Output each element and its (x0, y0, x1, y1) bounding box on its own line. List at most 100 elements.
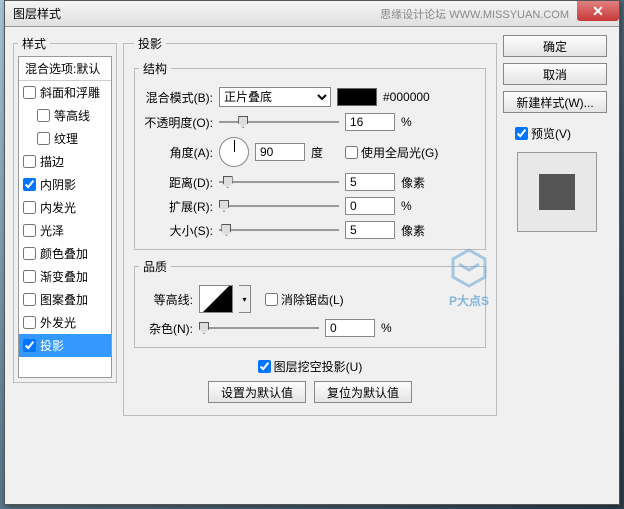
angle-unit: 度 (311, 144, 339, 161)
ok-button[interactable]: 确定 (503, 35, 607, 57)
style-item[interactable]: 纹理 (19, 127, 111, 150)
style-item[interactable]: 图案叠加 (19, 288, 111, 311)
preview-swatch (539, 174, 575, 210)
blend-options-header[interactable]: 混合选项:默认 (19, 57, 111, 81)
close-button[interactable]: ✕ (577, 1, 619, 21)
spread-label: 扩展(R): (139, 198, 213, 215)
style-checkbox[interactable] (23, 178, 36, 191)
opacity-unit: % (401, 115, 429, 129)
style-label: 描边 (40, 153, 64, 170)
quality-fieldset: 品质 等高线: ▾ 消除锯齿(L) 杂色(N): (134, 258, 486, 348)
styles-fieldset: 样式 混合选项:默认 斜面和浮雕等高线纹理描边内阴影内发光光泽颜色叠加渐变叠加图… (13, 35, 117, 383)
noise-input[interactable] (325, 319, 375, 337)
style-label: 内发光 (40, 199, 76, 216)
style-label: 投影 (40, 337, 64, 354)
styles-legend: 样式 (18, 35, 50, 52)
contour-dropdown[interactable]: ▾ (239, 285, 251, 313)
reset-default-button[interactable]: 复位为默认值 (314, 381, 412, 403)
opacity-input[interactable] (345, 113, 395, 131)
layer-style-dialog: 图层样式 思缘设计论坛 WWW.MISSYUAN.COM ✕ 样式 混合选项:默… (4, 0, 620, 505)
effect-fieldset: 投影 结构 混合模式(B): 正片叠底 #000000 不透明度(O): % (123, 35, 497, 416)
style-item[interactable]: 描边 (19, 150, 111, 173)
spread-unit: % (401, 199, 429, 213)
style-checkbox[interactable] (23, 316, 36, 329)
blend-mode-select[interactable]: 正片叠底 (219, 87, 331, 107)
new-style-button[interactable]: 新建样式(W)... (503, 91, 607, 113)
style-item[interactable]: 等高线 (19, 104, 111, 127)
style-checkbox[interactable] (23, 201, 36, 214)
size-input[interactable] (345, 221, 395, 239)
style-label: 斜面和浮雕 (40, 84, 100, 101)
noise-unit: % (381, 321, 409, 335)
style-checkbox[interactable] (37, 132, 50, 145)
angle-label: 角度(A): (139, 144, 213, 161)
structure-legend: 结构 (139, 60, 171, 77)
style-checkbox[interactable] (23, 247, 36, 260)
preview-checkbox[interactable] (515, 127, 528, 140)
distance-unit: 像素 (401, 174, 429, 191)
style-checkbox[interactable] (23, 270, 36, 283)
quality-legend: 品质 (139, 258, 171, 275)
style-label: 颜色叠加 (40, 245, 88, 262)
style-item[interactable]: 斜面和浮雕 (19, 81, 111, 104)
titlebar[interactable]: 图层样式 思缘设计论坛 WWW.MISSYUAN.COM ✕ (5, 1, 619, 27)
global-light-checkbox[interactable] (345, 146, 358, 159)
global-light-check[interactable]: 使用全局光(G) (345, 144, 438, 161)
style-checkbox[interactable] (23, 339, 36, 352)
spread-input[interactable] (345, 197, 395, 215)
style-list[interactable]: 混合选项:默认 斜面和浮雕等高线纹理描边内阴影内发光光泽颜色叠加渐变叠加图案叠加… (18, 56, 112, 378)
noise-slider[interactable] (199, 319, 319, 337)
style-checkbox[interactable] (23, 224, 36, 237)
style-item[interactable]: 投影 (19, 334, 111, 357)
style-checkbox[interactable] (23, 293, 36, 306)
style-item[interactable]: 内阴影 (19, 173, 111, 196)
main-panel: 投影 结构 混合模式(B): 正片叠底 #000000 不透明度(O): % (123, 35, 497, 496)
angle-input[interactable] (255, 143, 305, 161)
style-item[interactable]: 颜色叠加 (19, 242, 111, 265)
window-title: 图层样式 (9, 5, 61, 22)
style-item[interactable]: 内发光 (19, 196, 111, 219)
forum-text: 思缘设计论坛 WWW.MISSYUAN.COM (380, 6, 569, 22)
style-label: 内阴影 (40, 176, 76, 193)
color-swatch[interactable] (337, 88, 377, 106)
style-checkbox[interactable] (37, 109, 50, 122)
style-label: 图案叠加 (40, 291, 88, 308)
structure-fieldset: 结构 混合模式(B): 正片叠底 #000000 不透明度(O): % (134, 60, 486, 250)
distance-slider[interactable] (219, 173, 339, 191)
contour-label: 等高线: (139, 291, 193, 308)
contour-picker[interactable] (199, 285, 233, 313)
preview-check[interactable]: 预览(V) (515, 125, 611, 142)
style-label: 渐变叠加 (40, 268, 88, 285)
style-label: 等高线 (54, 107, 90, 124)
angle-dial[interactable] (219, 137, 249, 167)
right-panel: 确定 取消 新建样式(W)... 预览(V) (503, 35, 611, 496)
opacity-label: 不透明度(O): (139, 114, 213, 131)
noise-label: 杂色(N): (139, 320, 193, 337)
style-label: 光泽 (40, 222, 64, 239)
antialias-check[interactable]: 消除锯齿(L) (265, 291, 344, 308)
size-unit: 像素 (401, 222, 429, 239)
distance-input[interactable] (345, 173, 395, 191)
knockout-check[interactable]: 图层挖空投影(U) (258, 358, 363, 375)
set-default-button[interactable]: 设置为默认值 (208, 381, 306, 403)
style-checkbox[interactable] (23, 155, 36, 168)
style-checkbox[interactable] (23, 86, 36, 99)
style-label: 外发光 (40, 314, 76, 331)
styles-panel: 样式 混合选项:默认 斜面和浮雕等高线纹理描边内阴影内发光光泽颜色叠加渐变叠加图… (13, 35, 117, 496)
color-hex: #000000 (383, 90, 430, 104)
size-label: 大小(S): (139, 222, 213, 239)
style-label: 纹理 (54, 130, 78, 147)
style-item[interactable]: 渐变叠加 (19, 265, 111, 288)
distance-label: 距离(D): (139, 174, 213, 191)
style-item[interactable]: 外发光 (19, 311, 111, 334)
preview-box (517, 152, 597, 232)
effect-title: 投影 (134, 35, 166, 52)
blend-mode-label: 混合模式(B): (139, 89, 213, 106)
style-item[interactable]: 光泽 (19, 219, 111, 242)
knockout-checkbox[interactable] (258, 360, 271, 373)
cancel-button[interactable]: 取消 (503, 63, 607, 85)
antialias-checkbox[interactable] (265, 293, 278, 306)
size-slider[interactable] (219, 221, 339, 239)
spread-slider[interactable] (219, 197, 339, 215)
opacity-slider[interactable] (219, 113, 339, 131)
